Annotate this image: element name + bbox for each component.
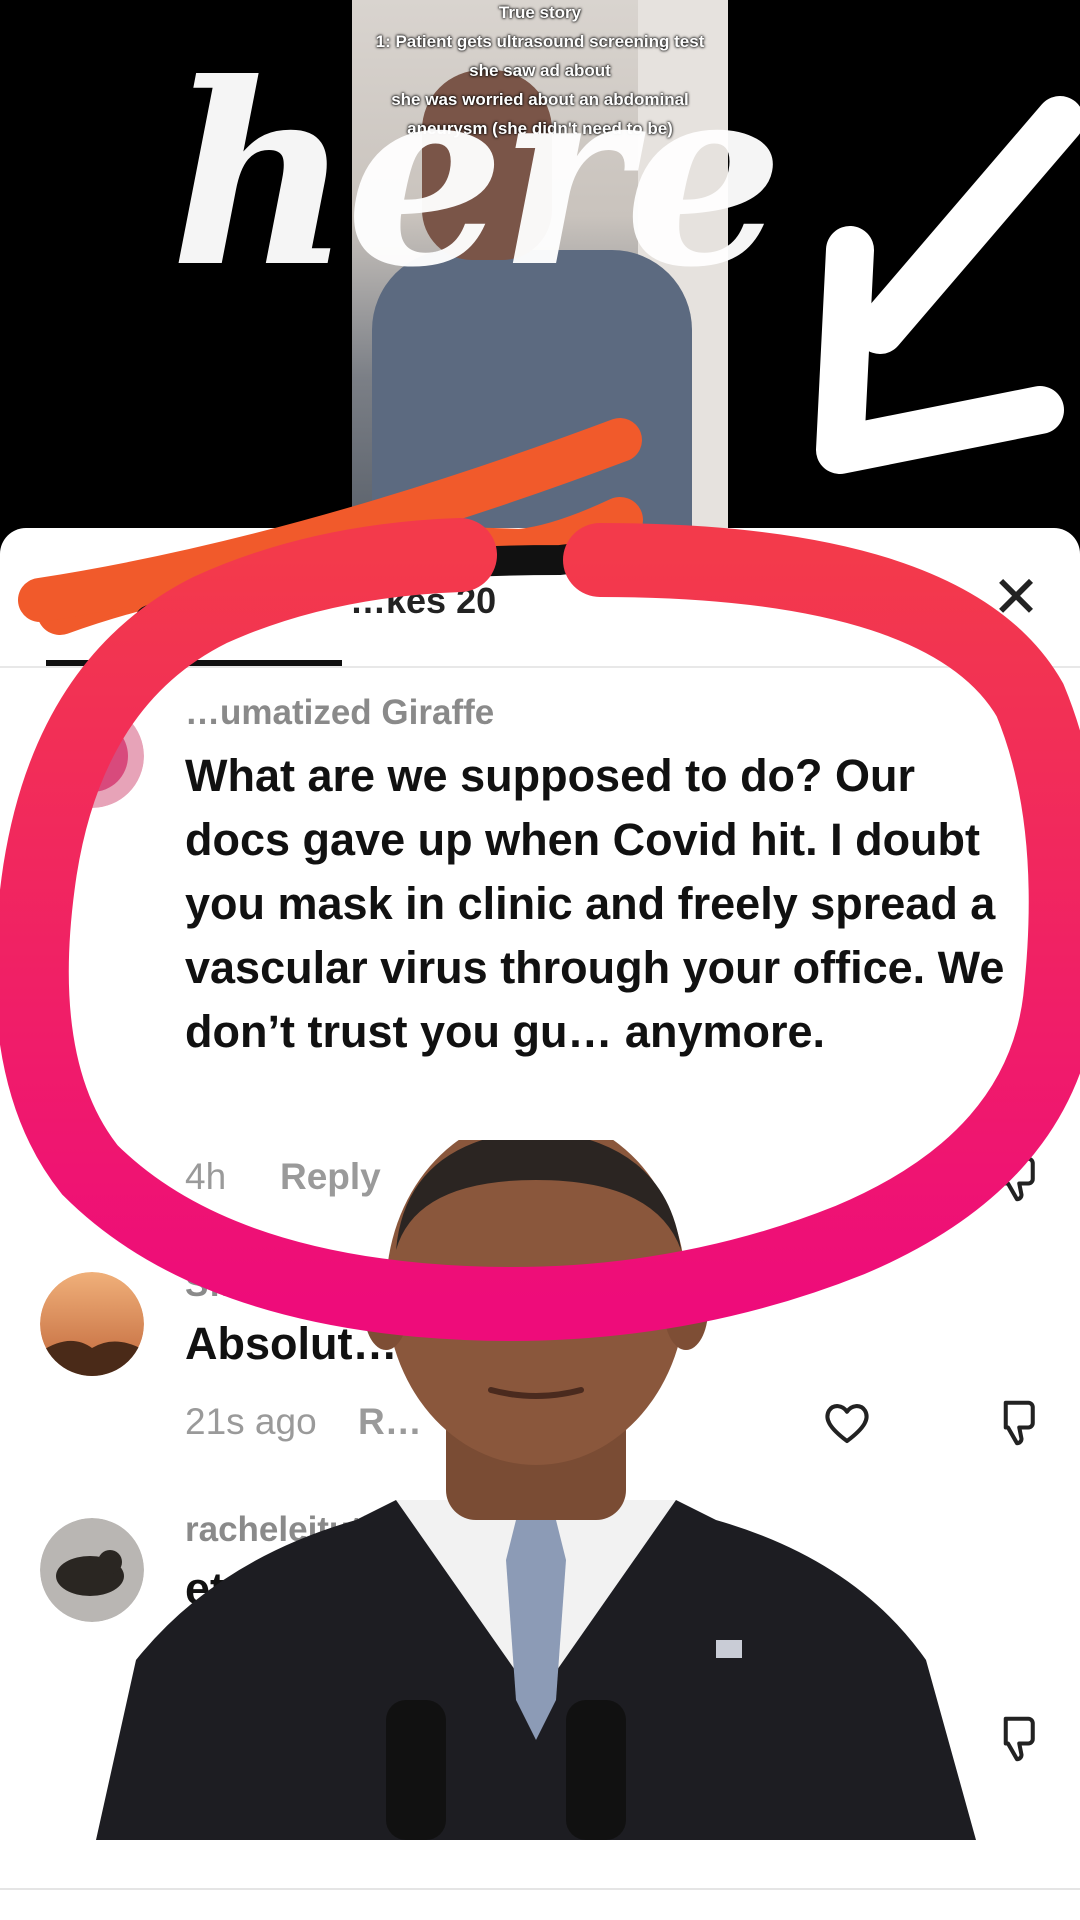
avatar[interactable]: [40, 1518, 144, 1622]
comment-text: etc,etc: [185, 1563, 328, 1614]
dislike-icon[interactable]: [990, 1152, 1044, 1206]
arrow-scribble-icon: [816, 96, 1080, 474]
header-divider: [0, 666, 1080, 668]
comment-time: 21s ago: [185, 1401, 317, 1442]
dislike-icon[interactable]: [990, 1396, 1044, 1450]
comment-username[interactable]: racheleitutis: [185, 1510, 391, 1550]
close-button[interactable]: ✕: [990, 568, 1042, 628]
dislike-icon[interactable]: [990, 1712, 1044, 1766]
close-icon: ✕: [991, 565, 1041, 630]
heart-icon[interactable]: [820, 1396, 874, 1450]
reply-button[interactable]: R…: [358, 1401, 422, 1443]
reply-chip: [185, 1641, 305, 1701]
comment-username[interactable]: …umatized Giraffe: [185, 693, 494, 733]
video-preview[interactable]: True story 1: Patient gets ultrasound sc…: [0, 0, 1080, 540]
sheet-header: …kes 20 ✕: [0, 528, 1080, 668]
comment-count-label: …kes 20: [350, 580, 497, 621]
reply-button[interactable]: Reply: [280, 1156, 381, 1198]
comment-text: What are we supposed to do? Our docs gav…: [185, 750, 1005, 1057]
avatar[interactable]: [40, 704, 144, 808]
comment-username[interactable]: S…: [185, 1265, 243, 1305]
avatar[interactable]: [40, 1272, 144, 1376]
comments-sheet: …kes 20 ✕: [0, 528, 1080, 1920]
comment-text: Absolut… …ly is. M: [185, 1318, 606, 1369]
comment-time: 4h: [185, 1156, 227, 1197]
bottom-divider: [0, 1888, 1080, 1890]
